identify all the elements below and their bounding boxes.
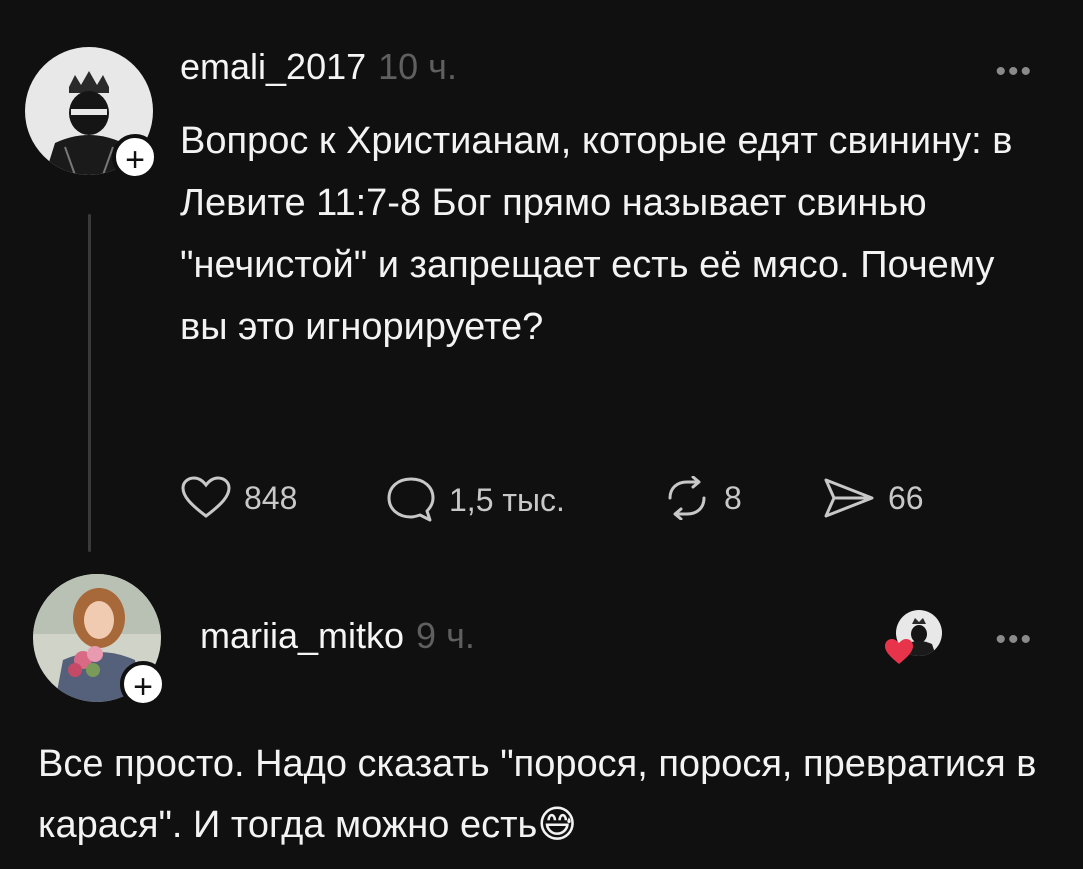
post-text: Вопрос к Христианам, которые едят свинин… <box>180 120 1013 348</box>
reply-username[interactable]: mariia_mitko <box>200 615 404 657</box>
post-username[interactable]: emali_2017 <box>180 46 366 88</box>
repost-count: 8 <box>724 479 742 516</box>
post-more-button[interactable]: ••• <box>995 57 1033 87</box>
post-header: emali_2017 10 ч. <box>180 46 457 88</box>
like-count: 848 <box>244 479 298 516</box>
thread-line <box>88 214 91 552</box>
reply-header: mariia_mitko 9 ч. <box>200 615 475 657</box>
reply-text-container: Все просто. Надо сказать "порося, порося… <box>38 734 1048 855</box>
heart-outline-icon <box>181 476 231 518</box>
share-button[interactable]: 66 <box>822 476 924 520</box>
repost-button[interactable]: 8 <box>662 476 742 520</box>
post-timestamp: 10 ч. <box>378 46 457 87</box>
reply-more-button[interactable]: ••• <box>995 625 1033 655</box>
follow-button-reply[interactable]: + <box>120 661 166 707</box>
repost-arrows-icon <box>668 476 706 520</box>
follow-button[interactable]: + <box>112 134 158 180</box>
share-count: 66 <box>888 479 924 516</box>
comment-button[interactable]: 1,5 тыс. <box>385 476 565 524</box>
comment-count: 1,5 тыс. <box>449 481 565 518</box>
post-actions: 848 1,5 тыс. 8 66 <box>180 476 1000 522</box>
grinning-sweat-emoji: 😅 <box>537 802 577 846</box>
liked-by-author-indicator <box>884 610 948 668</box>
reply-timestamp: 9 ч. <box>416 615 475 656</box>
red-heart-icon <box>885 639 913 664</box>
like-button[interactable]: 848 <box>180 476 297 520</box>
paper-plane-icon <box>824 478 874 518</box>
speech-bubble-icon <box>387 477 435 522</box>
